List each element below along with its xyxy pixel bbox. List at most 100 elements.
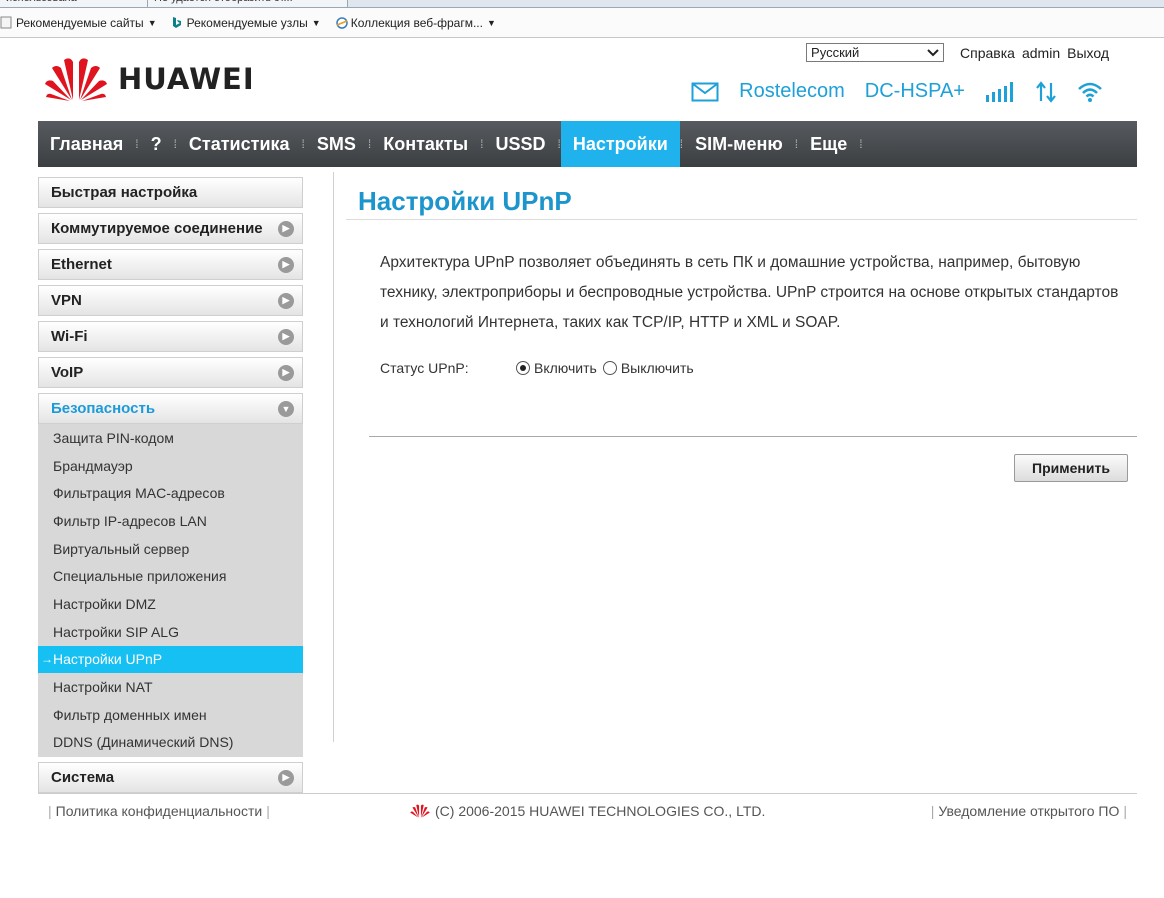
nav-item-help[interactable]: ? xyxy=(139,121,174,167)
chevron-down-icon[interactable]: ▼ xyxy=(312,18,321,28)
upnp-enable-radio[interactable]: Включить xyxy=(516,360,597,376)
upnp-disable-radio[interactable]: Выключить xyxy=(602,360,694,376)
favorite-label: Рекомендуемые узлы xyxy=(186,15,308,30)
logout-link[interactable]: Выход xyxy=(1067,45,1109,61)
content-divider xyxy=(333,172,334,742)
submenu-item-dmz[interactable]: Настройки DMZ xyxy=(38,590,303,618)
browser-tab[interactable]: Не удается отобразить эт... xyxy=(148,0,348,7)
recommended-sites-icon xyxy=(0,16,12,29)
nav-item-more[interactable]: Еще xyxy=(798,121,859,167)
chevron-right-icon: ▶ xyxy=(278,220,294,237)
chevron-down-icon[interactable]: ▼ xyxy=(487,18,496,28)
submenu-item-firewall[interactable]: Брандмауэр xyxy=(38,452,303,480)
page-footer: | Политика конфиденциальности | (C) 2006-2… xyxy=(38,803,1137,823)
submenu-item-virtual-server[interactable]: Виртуальный сервер xyxy=(38,535,303,563)
copyright-text: (C) 2006-2015 HUAWEI TECHNOLOGIES CO., L… xyxy=(435,803,766,819)
radio-checked-icon[interactable] xyxy=(516,361,530,375)
nav-item-sim-menu[interactable]: SIM-меню xyxy=(683,121,795,167)
footer-center: (C) 2006-2015 HUAWEI TECHNOLOGIES CO., L… xyxy=(410,803,765,819)
footer-left: | Политика конфиденциальности | xyxy=(44,803,274,819)
favorite-recommended-sites[interactable]: Рекомендуемые сайты ▼ xyxy=(0,16,157,30)
submenu-item-special-apps[interactable]: Специальные приложения xyxy=(38,562,303,590)
favorite-web-slices[interactable]: Коллекция веб-фрагм... ▼ xyxy=(335,16,496,30)
sidebar-item-label: Безопасность xyxy=(51,400,156,417)
radio-label: Включить xyxy=(534,360,597,376)
nav-item-home[interactable]: Главная xyxy=(38,121,135,167)
upnp-status-label: Статус UPnP: xyxy=(380,360,469,376)
submenu-item-upnp[interactable]: → Настройки UPnP xyxy=(38,645,303,674)
network-type: DC-HSPA+ xyxy=(864,80,965,102)
chevron-right-icon: ▶ xyxy=(278,292,294,309)
footer-separator: | xyxy=(48,803,52,819)
help-link[interactable]: Справка xyxy=(960,45,1015,61)
main-navigation: Главная ⁞ ? ⁞ Статистика ⁞ SMS ⁞ Контакт… xyxy=(38,121,1137,167)
huawei-small-logo-icon xyxy=(410,803,430,819)
wifi-icon xyxy=(1077,81,1103,103)
sidebar-item-label: Быстрая настройка xyxy=(51,184,198,201)
submenu-item-lan-ip-filter[interactable]: Фильтр IP-адресов LAN xyxy=(38,507,303,535)
submenu-item-nat[interactable]: Настройки NAT xyxy=(38,673,303,701)
nav-item-contacts[interactable]: Контакты xyxy=(371,121,480,167)
footer-separator: | xyxy=(1123,803,1127,819)
signal-strength-icon xyxy=(985,81,1015,103)
favorites-bar: Рекомендуемые сайты ▼ Рекомендуемые узлы… xyxy=(0,8,1164,38)
bing-icon xyxy=(171,16,183,29)
chevron-down-icon xyxy=(927,45,939,60)
nav-separator: ⁞ xyxy=(859,137,863,151)
huawei-flower-icon xyxy=(45,58,107,101)
footer-right: | Уведомление открытого ПО | xyxy=(927,803,1131,819)
privacy-policy-link[interactable]: Политика конфиденциальности xyxy=(56,803,263,819)
browser-tab-strip: использована Не удается отобразить эт... xyxy=(0,0,1164,8)
favorite-label: Рекомендуемые сайты xyxy=(16,15,144,30)
security-submenu: Защита PIN-кодом Брандмауэр Фильтрация M… xyxy=(38,424,303,758)
submenu-item-mac-filter[interactable]: Фильтрация MAC-адресов xyxy=(38,479,303,507)
form-divider xyxy=(369,436,1137,437)
sidebar-item-vpn[interactable]: VPN ▶ xyxy=(38,285,303,316)
sidebar-item-label: Wi-Fi xyxy=(51,328,88,345)
chevron-down-icon[interactable]: ▼ xyxy=(148,18,157,28)
status-bar: Rostelecom DC-HSPA+ xyxy=(671,80,1103,103)
sidebar-item-voip[interactable]: VoIP ▶ xyxy=(38,357,303,388)
nav-item-sms[interactable]: SMS xyxy=(305,121,368,167)
favorite-recommended-nodes[interactable]: Рекомендуемые узлы ▼ xyxy=(171,16,321,30)
submenu-item-ddns[interactable]: DDNS (Динамический DNS) xyxy=(38,729,303,757)
router-header: HUAWEI Русский Справка admin Выход Roste… xyxy=(38,40,1137,120)
language-value: Русский xyxy=(811,45,860,60)
submenu-item-pin-protection[interactable]: Защита PIN-кодом xyxy=(38,424,303,452)
arrow-right-icon: → xyxy=(41,652,53,667)
nav-item-ussd[interactable]: USSD xyxy=(483,121,557,167)
chevron-right-icon: ▶ xyxy=(278,769,294,786)
radio-label: Выключить xyxy=(620,360,694,376)
sidebar-item-dialup[interactable]: Коммутируемое соединение ▶ xyxy=(38,213,303,244)
sidebar-item-ethernet[interactable]: Ethernet ▶ xyxy=(38,249,303,280)
opensource-notice-link[interactable]: Уведомление открытого ПО xyxy=(938,803,1119,819)
envelope-icon[interactable] xyxy=(691,82,719,102)
sidebar-item-label: VoIP xyxy=(51,364,84,381)
operator-name: Rostelecom xyxy=(739,80,845,102)
top-links: Русский Справка admin Выход xyxy=(806,43,1109,62)
web-slice-icon xyxy=(335,16,348,29)
chevron-right-icon: ▶ xyxy=(278,256,294,273)
data-transfer-icon xyxy=(1035,80,1057,103)
sidebar-item-system[interactable]: Система ▶ xyxy=(38,762,303,794)
radio-unchecked-icon[interactable] xyxy=(602,361,617,375)
footer-separator: | xyxy=(930,803,935,819)
browser-tab[interactable]: использована xyxy=(0,0,148,7)
apply-button[interactable]: Применить xyxy=(1014,454,1128,482)
submenu-item-sip-alg[interactable]: Настройки SIP ALG xyxy=(38,618,303,646)
huawei-logo[interactable]: HUAWEI xyxy=(44,54,255,104)
sidebar-item-quick-setup[interactable]: Быстрая настройка xyxy=(38,177,303,208)
language-select[interactable]: Русский xyxy=(806,43,945,62)
settings-sidebar: Быстрая настройка Коммутируемое соединен… xyxy=(38,177,303,798)
nav-item-statistics[interactable]: Статистика xyxy=(177,121,302,167)
sidebar-item-label: Система xyxy=(51,769,115,787)
nav-item-settings[interactable]: Настройки xyxy=(560,121,680,167)
submenu-item-label: Настройки UPnP xyxy=(53,651,163,668)
main-content: Настройки UPnP Архитектура UPnP позволяе… xyxy=(346,172,1137,376)
submenu-item-domain-filter[interactable]: Фильтр доменных имен xyxy=(38,701,303,729)
sidebar-item-security[interactable]: Безопасность ▼ xyxy=(38,393,303,424)
user-link[interactable]: admin xyxy=(1022,45,1060,61)
sidebar-item-wifi[interactable]: Wi-Fi ▶ xyxy=(38,321,303,352)
upnp-status-row: Статус UPnP: Включить Выключить xyxy=(380,360,1137,376)
sidebar-item-label: Ethernet xyxy=(51,256,112,273)
